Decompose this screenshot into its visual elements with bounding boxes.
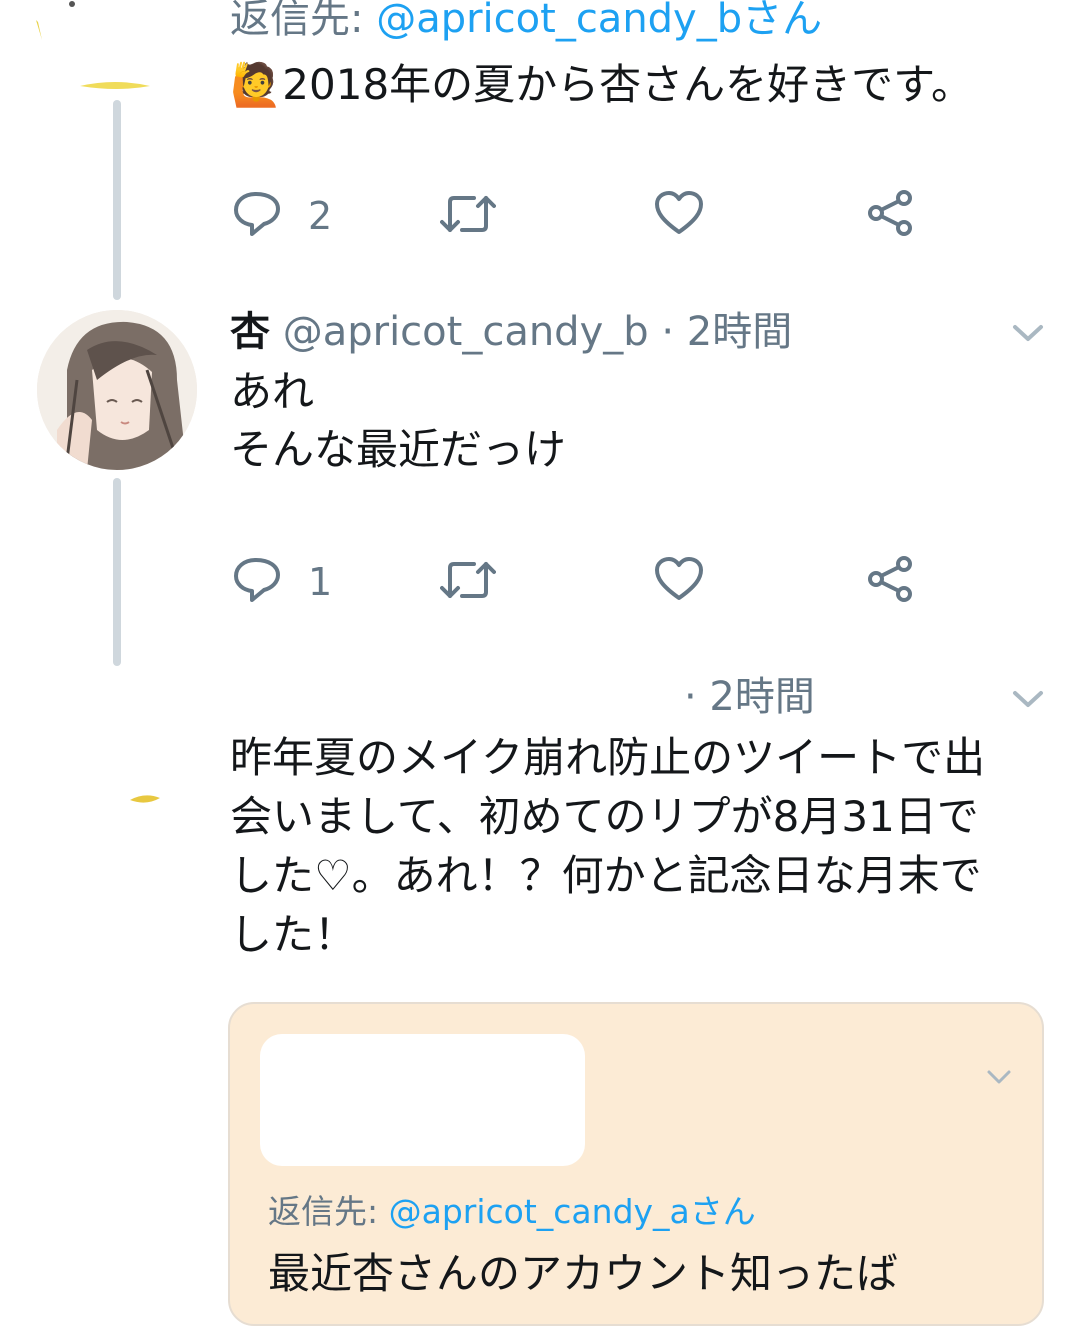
- display-name[interactable]: 杏: [230, 309, 270, 355]
- reply-to-handle-link[interactable]: @apricot_candy_bさん: [376, 0, 822, 42]
- reply-to-handle-link[interactable]: @apricot_candy_aさん: [389, 1192, 756, 1231]
- quoted-tweet-card[interactable]: 返信先: @apricot_candy_aさん 最近杏さんのアカウント知ったば: [228, 1002, 1044, 1326]
- quoted-tweet-text: 最近杏さんのアカウント知ったば: [268, 1249, 899, 1298]
- like-icon[interactable]: [654, 190, 704, 236]
- raising-hand-emoji: 🙋: [230, 60, 283, 109]
- retweet-icon[interactable]: [440, 192, 496, 236]
- reply-icon[interactable]: [232, 556, 282, 604]
- thread-line: [113, 100, 121, 300]
- tweet-header: 杏 @apricot_candy_b · 2時間: [230, 307, 792, 357]
- tweet-text-line: そんな最近だっけ: [230, 425, 567, 474]
- chevron-down-icon[interactable]: [1012, 688, 1044, 710]
- avatar-illustration: [37, 310, 197, 470]
- reply-icon[interactable]: [232, 190, 282, 238]
- like-icon[interactable]: [654, 556, 704, 602]
- handle-and-time: @apricot_candy_b · 2時間: [282, 309, 793, 355]
- quoted-reply-to-line: 返信先: @apricot_candy_aさん: [268, 1192, 756, 1231]
- thread-line: [113, 478, 121, 666]
- chevron-down-icon[interactable]: [1012, 322, 1044, 344]
- reply-count: 2: [308, 194, 333, 238]
- tweet-text-line: 昨年夏のメイク崩れ防止のツイートで出: [230, 733, 986, 782]
- reply-to-line: 返信先: @apricot_candy_bさん: [230, 0, 822, 44]
- share-icon[interactable]: [866, 189, 914, 237]
- chevron-down-icon[interactable]: [986, 1068, 1012, 1086]
- redacted-author: [260, 1034, 585, 1166]
- tweet-text-line: した！: [230, 910, 357, 959]
- share-icon[interactable]: [866, 555, 914, 603]
- tweet-text-line: あれ: [230, 367, 315, 416]
- tweet-text-line: 会いまして、初めてのリプが8月31日で: [230, 792, 979, 841]
- retweet-icon[interactable]: [440, 558, 496, 602]
- avatar[interactable]: [37, 310, 197, 470]
- tweet-time: · 2時間: [684, 674, 815, 720]
- tweet-text: 🙋2018年の夏から杏さんを好きです。: [230, 60, 973, 109]
- tweet-text-line: した♡。あれ！？何かと記念日な月末で: [230, 851, 982, 900]
- reply-count: 1: [308, 560, 333, 604]
